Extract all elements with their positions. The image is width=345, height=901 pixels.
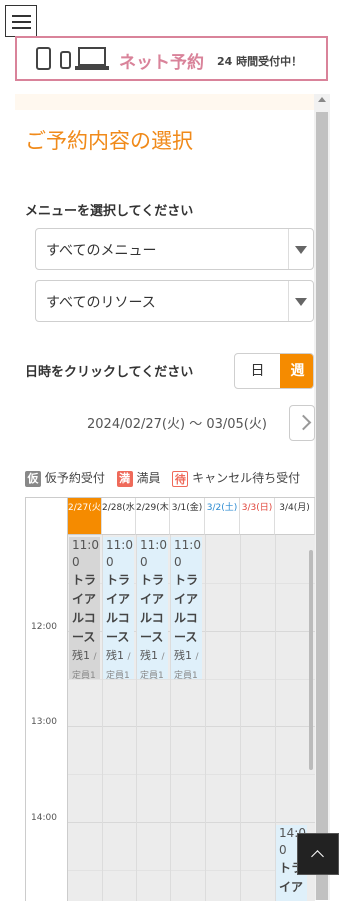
slot-time: 11:00	[174, 538, 201, 569]
slot-course-name: トライアルコース	[106, 573, 131, 644]
page-scrollbar-thumb[interactable]	[316, 112, 328, 900]
slot-remaining: 残1 /	[140, 649, 165, 662]
slot-time: 11:00	[106, 538, 133, 569]
day-header[interactable]: 3/4(月)	[275, 498, 315, 535]
calendar-scrollbar[interactable]	[309, 550, 313, 770]
banner-title: ネット予約	[119, 53, 204, 73]
day-view-button[interactable]: 日	[235, 354, 280, 388]
resource-select-value: すべてのリソース	[46, 295, 156, 311]
day-header-saturday[interactable]: 3/2(土)	[205, 498, 240, 535]
grid-line	[68, 774, 315, 775]
grid-line	[68, 679, 315, 680]
slot-capacity: 定員1	[106, 671, 130, 679]
time-label: 13:00	[31, 717, 57, 727]
time-column: 11:00 12:00 13:00 14:00	[26, 498, 68, 901]
hamburger-menu-button[interactable]	[5, 5, 37, 37]
slot-capacity: 定員1	[72, 671, 96, 679]
weekly-calendar: 11:00 12:00 13:00 14:00 2/27(火) 2/28(水) …	[25, 497, 315, 901]
time-label: 14:00	[31, 813, 57, 823]
view-toggle: 日 週	[234, 353, 314, 389]
day-header[interactable]: 2/28(水)	[102, 498, 136, 535]
page-title: ご予約内容の選択	[25, 129, 193, 153]
waitlist-badge-icon: 待	[172, 470, 189, 487]
legend-item-provisional: 仮 仮予約受付	[25, 469, 105, 487]
menu-select-value: すべてのメニュー	[46, 243, 157, 259]
slot-capacity: 定員1	[140, 671, 164, 679]
time-label: 12:00	[31, 622, 57, 632]
menu-select[interactable]: すべてのメニュー	[35, 228, 314, 270]
slot-course-name: トライアルコース	[72, 573, 97, 644]
provisional-badge-icon: 仮	[25, 470, 41, 487]
legend-item-waitlist: 待 キャンセル待ち受付	[172, 469, 300, 487]
menu-section-label: メニューを選択してください	[25, 204, 194, 219]
legend-label: キャンセル待ち受付	[192, 471, 301, 485]
legend-item-full: 満 満員	[116, 469, 161, 487]
slot-course-name: トライアルコース	[174, 573, 199, 644]
slot-time: 11:00	[72, 538, 99, 569]
full-badge-icon: 満	[116, 470, 133, 487]
back-to-top-button[interactable]	[297, 833, 339, 875]
grid-line	[205, 535, 206, 901]
chevron-down-icon	[288, 281, 313, 321]
page-scrollbar[interactable]	[314, 94, 330, 900]
grid-line	[68, 726, 315, 727]
header-strip	[15, 94, 314, 110]
slot-course-name: トライアルコース	[140, 573, 165, 644]
reservation-slot[interactable]: 11:00 トライアルコース 残1 / 定員1	[171, 537, 202, 679]
slot-remaining: 残1 /	[106, 649, 131, 662]
net-reservation-banner[interactable]: ネット予約 24 時間受付中！	[15, 36, 328, 81]
resource-select[interactable]: すべてのリソース	[35, 280, 314, 322]
calendar-grid: 11:00 トライアルコース 残1 / 定員1 11:00 トライアルコース 残…	[68, 535, 315, 901]
grid-line	[240, 535, 241, 901]
chevron-down-icon	[288, 229, 313, 269]
day-header-sunday[interactable]: 3/3(日)	[240, 498, 275, 535]
legend: 仮 仮予約受付 満 満員 待 キャンセル待ち受付	[25, 469, 315, 489]
week-view-button[interactable]: 週	[280, 354, 313, 388]
slot-time: 11:00	[140, 538, 167, 569]
day-header-today[interactable]: 2/27(火)	[68, 498, 102, 535]
slot-remaining: 残1 /	[72, 649, 97, 662]
grid-line	[68, 822, 315, 823]
legend-label: 仮予約受付	[44, 471, 105, 485]
next-week-button[interactable]	[289, 405, 315, 441]
date-section-label: 日時をクリックしてください	[25, 365, 194, 380]
day-header[interactable]: 3/1(金)	[170, 498, 205, 535]
scroll-up-arrow-icon[interactable]	[318, 97, 326, 102]
day-header[interactable]: 2/29(木)	[136, 498, 170, 535]
reservation-slot[interactable]: 11:00 トライアルコース 残1 / 定員1	[103, 537, 134, 679]
reservation-slot[interactable]: 11:00 トライアルコース 残1 / 定員1	[137, 537, 168, 679]
slot-remaining: 残1 /	[174, 649, 199, 662]
time-label-cut: 11:00	[31, 498, 57, 501]
slot-capacity: 定員1	[174, 671, 198, 679]
reservation-slot[interactable]: 11:00 トライアルコース 残1 / 定員1	[69, 537, 100, 679]
devices-icon	[36, 47, 109, 70]
legend-label: 満員	[136, 471, 161, 485]
date-range-text: 2024/02/27(火) 〜 03/05(火)	[87, 417, 267, 432]
banner-subtitle: 24 時間受付中！	[217, 55, 303, 68]
